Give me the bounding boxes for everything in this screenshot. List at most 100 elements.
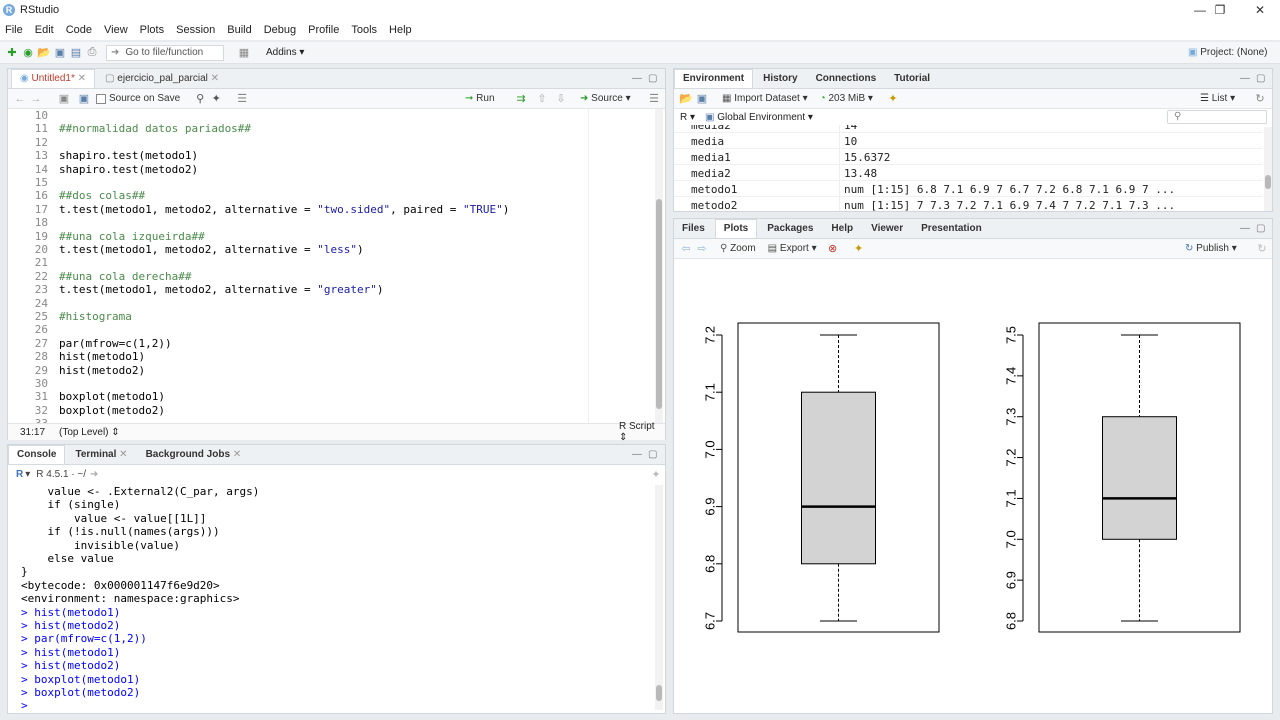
go-down-icon[interactable]: ⇩ xyxy=(553,91,569,107)
save-all-icon[interactable]: ▤ xyxy=(68,45,84,61)
run-button[interactable]: ➞ Run xyxy=(465,93,495,104)
code-tools-icon[interactable]: ✦ xyxy=(208,91,224,107)
environment-row[interactable]: media1 15.6372 xyxy=(674,149,1262,165)
refresh-icon[interactable]: ↻ xyxy=(1252,91,1268,107)
search-icon[interactable]: ⚲ xyxy=(192,91,208,107)
source-button[interactable]: ➜ Source ▾ xyxy=(580,93,631,104)
menu-plots[interactable]: Plots xyxy=(135,24,171,36)
grid-layout-icon[interactable]: ▦ xyxy=(236,45,252,61)
menu-edit[interactable]: Edit xyxy=(30,24,61,36)
menu-debug[interactable]: Debug xyxy=(259,24,303,36)
tab-terminal[interactable]: Terminal ✕ xyxy=(67,446,135,464)
tab-connections[interactable]: Connections xyxy=(808,70,885,88)
tab-viewer[interactable]: Viewer xyxy=(863,220,911,238)
tab-ejercicio[interactable]: ▢ ejercicio_pal_parcial ✕ xyxy=(97,70,227,88)
environment-row[interactable]: metodo2 num [1:15] 7 7.3 7.2 7.1 6.9 7.4 … xyxy=(674,197,1262,212)
scope-selector[interactable]: (Top Level) ⇕ xyxy=(59,427,120,438)
go-up-icon[interactable]: ⇧ xyxy=(534,91,550,107)
tab-history[interactable]: History xyxy=(755,70,805,88)
save-icon[interactable]: ▣ xyxy=(52,45,68,61)
environment-scroll-thumb[interactable] xyxy=(1265,175,1271,189)
editor-scrollbar[interactable] xyxy=(655,109,663,423)
addins-menu[interactable]: Addins ▾ xyxy=(266,47,304,58)
menu-profile[interactable]: Profile xyxy=(303,24,346,36)
tab-packages[interactable]: Packages xyxy=(759,220,821,238)
maximize-pane-icon[interactable]: ▢ xyxy=(1256,223,1265,234)
show-in-window-icon[interactable]: ▣ xyxy=(56,91,72,107)
menu-help[interactable]: Help xyxy=(384,24,419,36)
tab-files[interactable]: Files xyxy=(674,220,713,238)
load-workspace-icon[interactable]: 📂 xyxy=(678,91,694,107)
maximize-pane-icon[interactable]: ▢ xyxy=(1256,73,1265,84)
tab-plots[interactable]: Plots xyxy=(714,219,758,238)
tab-close-icon[interactable]: ✕ xyxy=(119,449,127,460)
scope-select[interactable]: ▣ Global Environment ▾ xyxy=(705,112,813,123)
clear-plots-icon[interactable]: ✦ xyxy=(851,241,867,257)
file-type-selector[interactable]: R Script ⇕ xyxy=(619,421,665,443)
open-file-icon[interactable]: 📂 xyxy=(36,45,52,61)
memory-usage[interactable]: ◔ 203 MiB ▾ xyxy=(820,93,873,104)
console-scrollbar[interactable] xyxy=(655,485,663,710)
menu-view[interactable]: View xyxy=(99,24,135,36)
environment-row[interactable]: media 10 xyxy=(674,133,1262,149)
maximize-pane-icon[interactable]: ▢ xyxy=(648,449,657,460)
tab-untitled1[interactable]: ◉ Untitled1* ✕ xyxy=(11,69,96,88)
editor-scroll-thumb[interactable] xyxy=(656,199,662,409)
code-editor[interactable]: 10 11 ##normalidad datos pariados## 12 13 sha… xyxy=(8,109,653,423)
project-menu[interactable]: ▣ Project: (None) xyxy=(1188,47,1267,58)
environment-search-input[interactable]: ⚲ xyxy=(1167,110,1267,124)
tab-close-icon[interactable]: ✕ xyxy=(78,73,86,84)
menu-build[interactable]: Build xyxy=(222,24,258,36)
tab-help[interactable]: Help xyxy=(823,220,861,238)
maximize-icon[interactable]: ❐ xyxy=(1200,0,1240,20)
previous-plot-icon[interactable]: ⇦ xyxy=(678,241,694,257)
tab-background-jobs[interactable]: Background Jobs ✕ xyxy=(138,446,250,464)
console-output[interactable]: value <- .External2(C_par, args) if (sin… xyxy=(8,483,653,715)
zoom-button[interactable]: ⚲ Zoom xyxy=(720,243,756,254)
maximize-pane-icon[interactable]: ▢ xyxy=(648,73,657,84)
remove-plot-icon[interactable]: ⊗ xyxy=(825,241,841,257)
new-project-icon[interactable]: ◉ xyxy=(20,45,36,61)
working-dir-arrow-icon[interactable]: ➜ xyxy=(90,469,98,480)
view-mode-select[interactable]: ☰ List ▾ xyxy=(1200,93,1235,104)
goto-file-input[interactable]: ➜ Go to file/function xyxy=(106,44,224,61)
compile-report-icon[interactable]: ☰ xyxy=(234,91,250,107)
menu-file[interactable]: File xyxy=(0,24,30,36)
clear-workspace-icon[interactable]: ✦ xyxy=(885,91,901,107)
source-on-save-checkbox[interactable] xyxy=(96,93,106,104)
language-select[interactable]: R ▾ xyxy=(680,112,695,123)
minimize-pane-icon[interactable]: — xyxy=(1240,73,1250,84)
minimize-pane-icon[interactable]: — xyxy=(632,449,642,460)
back-icon[interactable]: ← xyxy=(12,91,28,107)
menu-tools[interactable]: Tools xyxy=(346,24,384,36)
tab-presentation[interactable]: Presentation xyxy=(913,220,990,238)
tab-console[interactable]: Console xyxy=(8,445,66,464)
outline-icon[interactable]: ☰ xyxy=(646,91,662,107)
minimize-pane-icon[interactable]: — xyxy=(1240,223,1250,234)
environment-row[interactable]: media2 13.48 xyxy=(674,165,1262,181)
publish-button[interactable]: ↻ Publish ▾ xyxy=(1185,243,1237,254)
console-scroll-thumb[interactable] xyxy=(656,685,662,701)
next-plot-icon[interactable]: ⇨ xyxy=(694,241,710,257)
export-button[interactable]: ▤ Export ▾ xyxy=(768,243,817,254)
rerun-icon[interactable]: ⇉ xyxy=(513,91,529,107)
save-workspace-icon[interactable]: ▣ xyxy=(694,91,710,107)
forward-icon[interactable]: → xyxy=(28,91,44,107)
minimize-pane-icon[interactable]: — xyxy=(632,73,642,84)
tab-close-icon[interactable]: ✕ xyxy=(211,73,219,84)
clear-console-icon[interactable]: ✦ xyxy=(648,466,664,482)
code-line: par(mfrow=c(1,2)) xyxy=(59,337,172,350)
refresh-icon[interactable]: ↻ xyxy=(1254,241,1270,257)
menu-code[interactable]: Code xyxy=(61,24,99,36)
tab-close-icon[interactable]: ✕ xyxy=(233,449,241,460)
close-icon[interactable]: ✕ xyxy=(1240,0,1280,20)
print-icon[interactable]: ⎙ xyxy=(84,45,100,61)
tab-tutorial[interactable]: Tutorial xyxy=(886,70,938,88)
environment-scrollbar[interactable] xyxy=(1264,127,1272,211)
save-icon[interactable]: ▣ xyxy=(76,91,92,107)
new-file-icon[interactable]: ✚ xyxy=(4,45,20,61)
environment-row[interactable]: metodo1 num [1:15] 6.8 7.1 6.9 7 6.7 7.2 … xyxy=(674,181,1262,197)
tab-environment[interactable]: Environment xyxy=(674,69,754,88)
import-dataset-button[interactable]: ▦ Import Dataset ▾ xyxy=(722,93,808,104)
menu-session[interactable]: Session xyxy=(171,24,222,36)
